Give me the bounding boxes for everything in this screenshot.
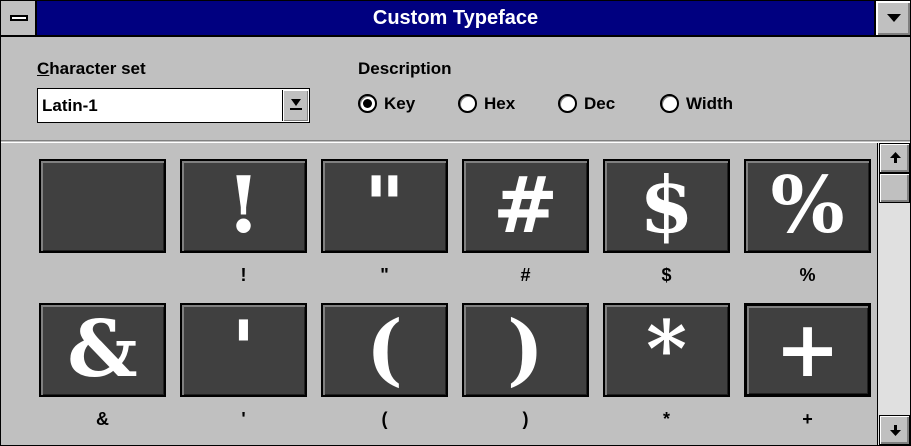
vertical-scrollbar[interactable] [877, 143, 910, 445]
character-cell[interactable]: # [462, 159, 589, 253]
character-cell[interactable] [39, 159, 166, 253]
character-glyph: * [646, 304, 687, 395]
arrow-up-icon [890, 152, 901, 163]
character-cell[interactable]: " [321, 159, 448, 253]
character-glyph: ! [226, 160, 261, 251]
character-label: ) [522, 409, 529, 429]
arrow-down-icon [890, 425, 901, 436]
character-glyph [41, 161, 164, 251]
description-label: Description [358, 59, 452, 78]
character-glyph: ( [366, 304, 403, 395]
character-cell[interactable]: * [603, 303, 730, 397]
character-label: + [802, 409, 813, 429]
character-label: ( [381, 409, 388, 429]
character-glyph: + [774, 304, 841, 395]
character-set-value: Latin-1 [42, 96, 98, 115]
scroll-up-button[interactable] [879, 143, 910, 173]
character-label: ' [241, 409, 246, 429]
character-cell[interactable]: ) [462, 303, 589, 397]
radio-label: Width [686, 94, 734, 113]
character-cell-selected[interactable]: + [744, 303, 871, 397]
character-set-label: Character set [37, 59, 146, 78]
character-glyph: " [364, 160, 405, 251]
title-bar: Custom Typeface [1, 1, 910, 37]
character-glyph: % [770, 160, 845, 251]
character-glyph: ' [231, 304, 256, 395]
radio-dot [363, 99, 372, 108]
character-cell[interactable]: ' [180, 303, 307, 397]
system-menu-icon [10, 15, 28, 21]
radio-label: Hex [484, 94, 516, 113]
character-glyph: # [492, 160, 559, 251]
character-cell[interactable]: $ [603, 159, 730, 253]
character-glyph: & [67, 304, 138, 395]
custom-typeface-dialog: Custom Typeface Character set Latin-1 De… [0, 0, 911, 446]
character-label: * [662, 409, 670, 429]
character-grid: ! " # $ % ! " # $ % & ' ( ) * + & ' ( ) … [1, 143, 877, 445]
scroll-thumb[interactable] [879, 173, 910, 203]
character-label: # [520, 265, 531, 285]
character-cell[interactable]: & [39, 303, 166, 397]
character-set-dropdown[interactable]: Latin-1 [37, 88, 310, 123]
character-label: " [380, 265, 389, 285]
character-glyph: ) [507, 304, 544, 395]
chevron-down-icon [291, 99, 301, 106]
radio-label: Key [384, 94, 416, 113]
radio-label: Dec [584, 94, 616, 113]
scroll-down-button[interactable] [879, 415, 910, 445]
character-label: & [96, 409, 109, 429]
character-cell[interactable]: ! [180, 159, 307, 253]
window-title: Custom Typeface [372, 7, 539, 29]
dropdown-button[interactable] [282, 90, 308, 121]
system-menu-button[interactable] [1, 1, 37, 35]
character-label: ! [240, 265, 247, 285]
character-label: % [799, 265, 816, 285]
character-label: $ [661, 265, 672, 285]
character-cell[interactable]: ( [321, 303, 448, 397]
character-glyph: $ [639, 160, 694, 251]
minimize-button[interactable] [874, 1, 910, 35]
character-cell[interactable]: % [744, 159, 871, 253]
